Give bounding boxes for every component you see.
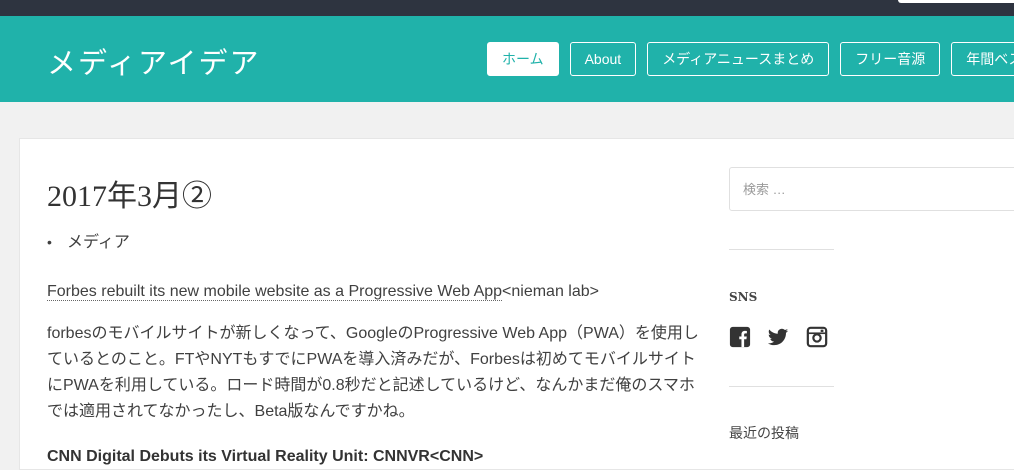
post-subheading[interactable]: CNN Digital Debuts its Virtual Reality U…	[47, 444, 483, 470]
admin-top-bar	[0, 0, 1014, 16]
search-input[interactable]	[729, 167, 1014, 211]
recent-posts-title: 最近の投稿	[729, 426, 799, 442]
main-navigation: ホーム About メディアニュースまとめフリー音源年間ベス	[487, 42, 1014, 76]
facebook-icon[interactable]	[729, 326, 751, 348]
nav-item-media-news[interactable]: メディアニュースまとめ	[647, 42, 830, 76]
sns-widget-title: SNS	[729, 290, 758, 304]
category-item[interactable]: • メディア	[47, 228, 130, 252]
site-header: メディアイデア ホーム About メディアニュースまとめフリー音源年間ベス	[0, 16, 1014, 102]
site-title[interactable]: メディアイデア	[47, 40, 261, 82]
twitter-icon[interactable]	[767, 326, 789, 348]
sns-icon-row	[729, 326, 840, 348]
article-link-line: Forbes rebuilt its new mobile website as…	[47, 279, 599, 305]
instagram-icon[interactable]	[806, 326, 828, 348]
sidebar-divider	[729, 249, 834, 250]
sidebar-divider	[729, 386, 834, 387]
forbes-article-link[interactable]: Forbes rebuilt its new mobile website as…	[47, 283, 503, 301]
top-search-box[interactable]	[898, 0, 1014, 3]
link-source: <nieman lab>	[502, 283, 599, 300]
nav-item-home[interactable]: ホーム	[487, 42, 559, 76]
post-paragraph: forbesのモバイルサイトが新しくなって、GoogleのProgressive…	[47, 325, 699, 420]
nav-item-annual-best[interactable]: 年間ベス	[951, 42, 1014, 76]
post-title: 2017年3月②	[47, 180, 212, 213]
main-content-card: 2017年3月② • メディア Forbes rebuilt its new mo…	[19, 138, 1014, 470]
bullet-icon: •	[47, 234, 52, 250]
nav-item-about[interactable]: About	[569, 42, 637, 76]
category-list: • メディア	[47, 228, 130, 252]
nav-item-free-sounds[interactable]: フリー音源	[840, 42, 941, 76]
category-label[interactable]: メディア	[67, 234, 130, 251]
